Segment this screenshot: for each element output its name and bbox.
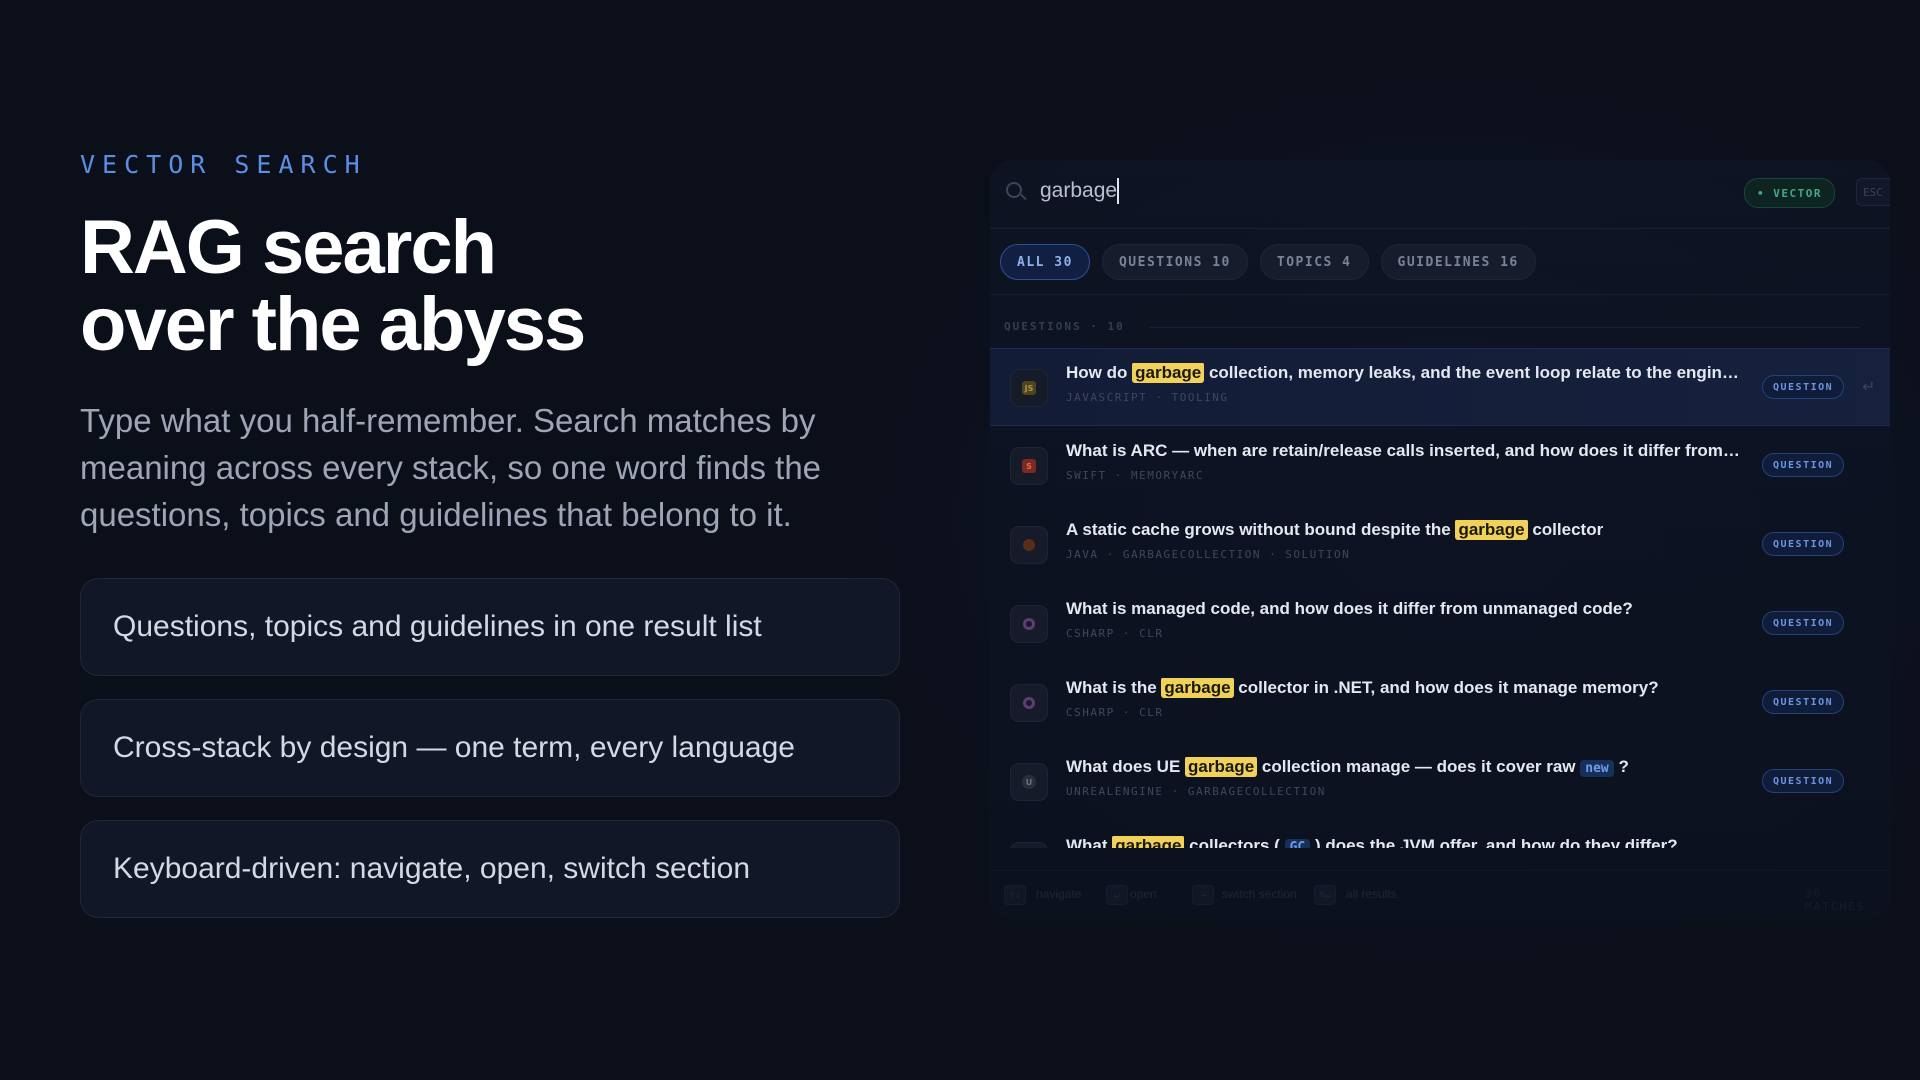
section-header-questions: QUESTIONS · 10: [1004, 320, 1125, 333]
title-text: collector: [1527, 520, 1604, 539]
result-title: What garbage collectors ( GC ) does the …: [1066, 836, 1756, 848]
result-title: What does UE garbage collection manage —…: [1066, 757, 1756, 777]
vector-mode-badge[interactable]: • VECTOR: [1744, 178, 1835, 208]
result-title: A static cache grows without bound despi…: [1066, 520, 1756, 540]
csharp-icon: [1010, 605, 1048, 643]
csharp-icon: [1010, 684, 1048, 722]
results-list: JS How do garbage collection, memory leak…: [990, 348, 1890, 848]
result-row[interactable]: S What is ARC — when are retain/release c…: [990, 427, 1890, 505]
tab-topics[interactable]: TOPICS 4: [1259, 244, 1369, 280]
icon-glyph: U: [1022, 775, 1036, 789]
type-badge: QUESTION: [1762, 532, 1845, 556]
result-title: What is the garbage collector in .NET, a…: [1066, 678, 1756, 698]
title-text: How do: [1066, 363, 1133, 382]
eyebrow-label: VECTOR SEARCH: [80, 150, 367, 179]
javascript-icon: JS: [1010, 369, 1048, 407]
title-text: A static cache grows without bound despi…: [1066, 520, 1456, 539]
feature-card-unified-results: Questions, topics and guidelines in one …: [80, 578, 900, 676]
match-highlight: garbage: [1455, 520, 1528, 540]
title-text: collector in .NET, and how does it manag…: [1233, 678, 1659, 697]
headline: RAG search over the abyss: [80, 209, 910, 363]
title-text: ?: [1613, 757, 1629, 776]
result-title: How do garbage collection, memory leaks,…: [1066, 363, 1756, 383]
hint-key: →: [1192, 885, 1214, 905]
result-row[interactable]: U What does UE garbage collection manage …: [990, 743, 1890, 821]
icon-glyph: S: [1022, 459, 1036, 473]
title-text: What is the: [1066, 678, 1162, 697]
result-row[interactable]: What is managed code, and how does it di…: [990, 585, 1890, 663]
icon-glyph: [1023, 697, 1035, 709]
type-badge: QUESTION: [1762, 690, 1845, 714]
java-icon: [1010, 526, 1048, 564]
title-text: What does UE: [1066, 757, 1186, 776]
type-badge: QUESTION: [1762, 611, 1845, 635]
unreal-icon: U: [1010, 763, 1048, 801]
tab-all[interactable]: ALL 30: [1000, 244, 1090, 280]
type-badge: QUESTION: [1762, 453, 1845, 477]
title-text: collection manage — does it cover raw: [1257, 757, 1581, 776]
title-text: ) does the JVM offer, and how do they di…: [1310, 836, 1678, 848]
hint-label: switch section: [1222, 887, 1297, 901]
headline-line-1: RAG search: [80, 205, 497, 290]
match-highlight: garbage: [1132, 363, 1205, 383]
hint-label: all results: [1346, 887, 1397, 901]
hint-key: ↵: [1106, 885, 1128, 905]
result-row[interactable]: A static cache grows without bound despi…: [990, 506, 1890, 584]
search-icon: [1006, 182, 1022, 198]
section-divider: [1150, 327, 1860, 328]
inline-code: GC: [1284, 839, 1311, 848]
description: Type what you half-remember. Search matc…: [80, 402, 822, 533]
hint-key: ⌘↵: [1314, 885, 1337, 905]
inline-code: new: [1580, 760, 1614, 777]
result-meta: CSHARP · CLR: [1066, 627, 1164, 640]
result-title: What is managed code, and how does it di…: [1066, 599, 1756, 619]
hint-label: open: [1130, 887, 1157, 901]
result-row[interactable]: JS How do garbage collection, memory leak…: [990, 348, 1890, 426]
headline-line-2: over the abyss: [80, 282, 586, 367]
esc-key-hint[interactable]: ESC: [1856, 178, 1890, 206]
feature-card-cross-stack: Cross-stack by design — one term, every …: [80, 699, 900, 797]
tab-guidelines[interactable]: GUIDELINES 16: [1380, 244, 1536, 280]
result-row[interactable]: What garbage collectors ( GC ) does the …: [990, 822, 1890, 848]
result-meta: JAVASCRIPT · TOOLING: [1066, 391, 1229, 404]
result-meta: UNREALENGINE · GARBAGECOLLECTION: [1066, 785, 1326, 798]
match-highlight: garbage: [1185, 757, 1258, 777]
keyboard-hints-footer: 30 MATCHES ↑↓ navigate ↵ open → switch sectio…: [990, 870, 1890, 917]
search-panel: • VECTOR ESC ALL 30 QUESTIONS 10 TOPICS 4 G…: [990, 160, 1890, 920]
result-meta: CSHARP · CLR: [1066, 706, 1164, 719]
icon-glyph: [1023, 539, 1035, 551]
result-row[interactable]: What is the garbage collector in .NET, a…: [990, 664, 1890, 742]
tab-questions[interactable]: QUESTIONS 10: [1101, 244, 1248, 280]
title-text: What: [1066, 836, 1113, 848]
java-icon: [1010, 842, 1048, 848]
match-highlight: garbage: [1112, 836, 1185, 848]
result-meta: JAVA · GARBAGECOLLECTION · SOLUTION: [1066, 548, 1351, 561]
swift-icon: S: [1010, 447, 1048, 485]
result-meta: SWIFT · MEMORYARC: [1066, 469, 1205, 482]
text-caret: [1117, 178, 1119, 204]
title-text: collectors (: [1184, 836, 1285, 848]
feature-card-keyboard: Keyboard-driven: navigate, open, switch …: [80, 820, 900, 918]
match-highlight: garbage: [1161, 678, 1234, 698]
search-input[interactable]: [1040, 174, 1640, 208]
type-badge: QUESTION: [1762, 769, 1845, 793]
icon-glyph: [1023, 618, 1035, 630]
type-badge: QUESTION: [1762, 375, 1845, 399]
result-title: What is ARC — when are retain/release ca…: [1066, 441, 1756, 461]
hint-key: ↑↓: [1004, 885, 1027, 905]
hero-section: VECTOR SEARCH RAG search over the abyss …: [80, 150, 910, 941]
divider: [990, 294, 1890, 295]
title-text: collection, memory leaks, and the event …: [1204, 363, 1739, 382]
filter-tabs: ALL 30 QUESTIONS 10 TOPICS 4 GUIDELINES 16: [1000, 244, 1536, 280]
search-bar: • VECTOR ESC: [990, 160, 1890, 229]
match-count: 30 MATCHES: [1805, 887, 1866, 913]
title-text: What is ARC — when are retain/release ca…: [1066, 441, 1740, 460]
icon-glyph: JS: [1022, 381, 1036, 395]
enter-icon: ↵: [1862, 379, 1876, 396]
title-text: What is managed code, and how does it di…: [1066, 599, 1633, 618]
hint-label: navigate: [1036, 887, 1082, 901]
